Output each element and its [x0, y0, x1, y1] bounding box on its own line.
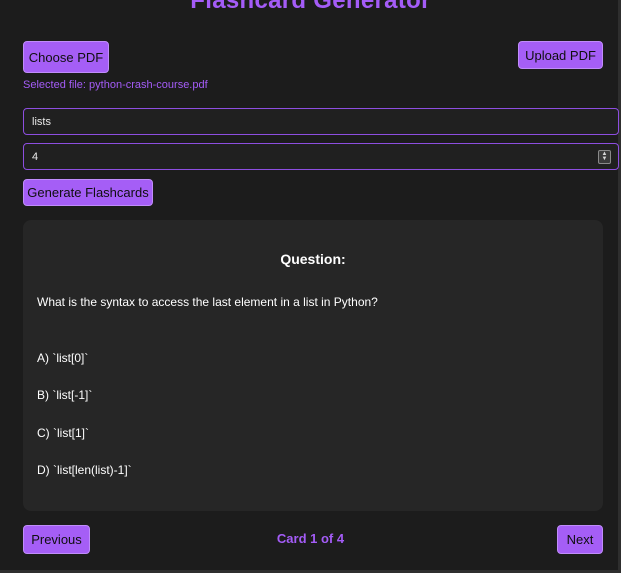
flashcard: Question: What is the syntax to access t… — [23, 220, 603, 511]
chevron-down-icon[interactable]: ▼ — [602, 156, 608, 162]
question-heading: Question: — [280, 251, 346, 267]
topic-input[interactable]: lists — [23, 108, 619, 135]
question-text: What is the syntax to access the last el… — [37, 295, 378, 309]
card-counter: Card 1 of 4 — [276, 531, 345, 546]
card-count-input[interactable]: 4 ▲ ▼ — [23, 143, 619, 170]
number-stepper[interactable]: ▲ ▼ — [598, 150, 611, 164]
answer-option-b: B) `list[-1]` — [37, 388, 93, 402]
choose-pdf-button[interactable]: Choose PDF — [23, 41, 109, 73]
page-title: Flashcard Generator — [190, 0, 431, 14]
next-button[interactable]: Next — [557, 525, 603, 554]
answer-option-d: D) `list[len(list)-1]` — [37, 463, 132, 477]
answer-option-c: C) `list[1]` — [37, 426, 89, 440]
app-window: Flashcard Generator Choose PDF Upload PD… — [0, 0, 621, 573]
generate-flashcards-button[interactable]: Generate Flashcards — [23, 179, 153, 206]
upload-pdf-button[interactable]: Upload PDF — [518, 41, 603, 69]
answer-option-a: A) `list[0]` — [37, 351, 89, 365]
topic-input-value: lists — [32, 115, 51, 128]
selected-file-label: Selected file: python-crash-course.pdf — [23, 79, 208, 91]
card-count-value: 4 — [32, 150, 39, 163]
